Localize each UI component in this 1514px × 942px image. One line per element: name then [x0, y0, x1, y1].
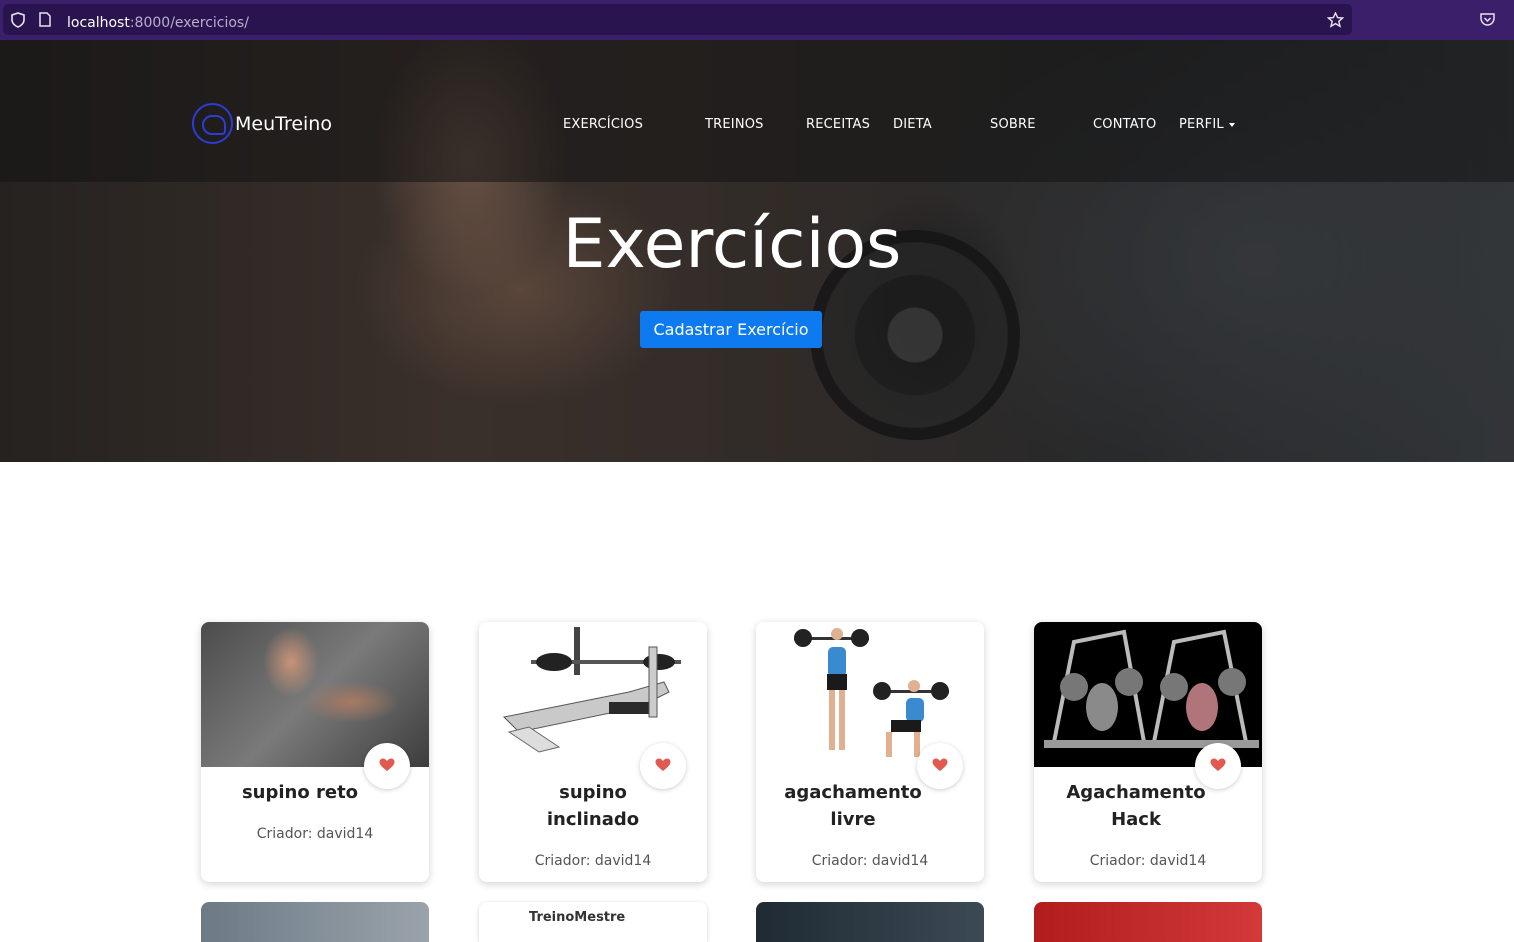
exercise-creator: Criador: david14 — [811, 853, 929, 869]
exercise-title[interactable]: supino inclinado — [479, 779, 707, 833]
exercise-card-partial[interactable] — [1034, 902, 1262, 942]
exercise-card[interactable]: supino reto Criador: david14 — [201, 622, 429, 882]
exercise-card-partial[interactable] — [201, 902, 429, 942]
brand-link[interactable]: MeuTreino — [192, 103, 332, 144]
exercise-title[interactable]: Agachamento Hack — [1034, 779, 1262, 833]
page-icon — [39, 12, 51, 30]
caret-down-icon — [1228, 122, 1235, 127]
exercise-card[interactable]: Agachamento Hack Criador: david14 — [1034, 622, 1262, 882]
cadastrar-exercicio-button[interactable]: Cadastrar Exercício — [640, 311, 822, 348]
url-host: localhost — [67, 15, 130, 31]
url-bar[interactable]: localhost:8000/exercicios/ — [3, 4, 1352, 35]
exercise-creator: Criador: david14 — [1089, 853, 1207, 869]
heart-icon — [1210, 758, 1226, 771]
page-title: Exercícios — [562, 205, 902, 284]
heart-icon — [655, 758, 671, 771]
exercise-title[interactable]: supino reto — [201, 779, 429, 806]
url-path: :8000/exercicios/ — [129, 15, 249, 31]
navbar: MeuTreino EXERCÍCIOS TREINOS RECEITAS DI… — [0, 40, 1514, 182]
nav-dieta[interactable]: DIETA — [893, 117, 932, 132]
heart-icon — [379, 758, 395, 771]
exercise-card[interactable]: supino inclinado Criador: david14 — [479, 622, 707, 882]
star-icon[interactable] — [1326, 11, 1345, 31]
exercise-card-partial[interactable] — [756, 902, 984, 942]
shield-icon[interactable] — [11, 12, 25, 31]
exercise-title[interactable]: agachamento livre — [756, 779, 984, 833]
heart-icon — [932, 758, 948, 771]
nav-contato[interactable]: CONTATO — [1093, 117, 1156, 132]
url-text[interactable]: localhost:8000/exercicios/ — [67, 15, 249, 31]
browser-toolbar: localhost:8000/exercicios/ — [0, 0, 1514, 40]
pocket-icon[interactable] — [1480, 12, 1495, 29]
treinomestre-logo: TreinoMestre — [529, 910, 626, 925]
nav-treinos[interactable]: TREINOS — [705, 117, 764, 132]
nav-exercicios[interactable]: EXERCÍCIOS — [563, 117, 643, 132]
exercise-creator: Criador: david14 — [256, 826, 374, 842]
exercise-card-partial[interactable]: TreinoMestre — [479, 902, 707, 942]
nav-perfil-label: PERFIL — [1179, 117, 1224, 132]
nav-sobre[interactable]: SOBRE — [990, 117, 1036, 132]
logo-icon — [192, 103, 233, 144]
exercise-creator: Criador: david14 — [534, 853, 652, 869]
exercise-card[interactable]: agachamento livre Criador: david14 — [756, 622, 984, 882]
brand-name: MeuTreino — [235, 112, 332, 135]
nav-receitas[interactable]: RECEITAS — [806, 117, 870, 132]
nav-perfil-dropdown[interactable]: PERFIL — [1179, 117, 1235, 132]
